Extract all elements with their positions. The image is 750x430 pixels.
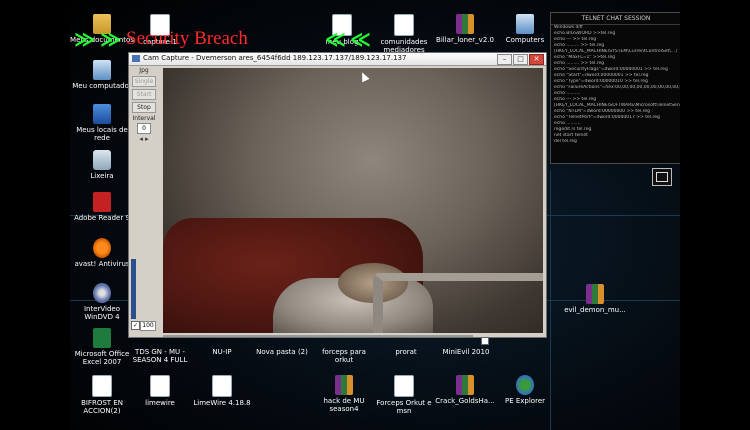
webcam-video-feed — [163, 68, 543, 333]
save-to-file-checkbox[interactable]: Save to File — [481, 337, 530, 345]
icon-intervideo-windvd[interactable]: InterVideo WinDVD 4 — [70, 283, 134, 321]
minimize-button[interactable]: – — [497, 54, 512, 65]
winrar-icon — [456, 14, 474, 34]
pe-explorer-icon — [516, 375, 534, 395]
green-arrow-icon: ≪ — [325, 27, 346, 51]
checkbox-box[interactable] — [481, 337, 489, 345]
icon-forceps-orkut-msn[interactable]: Forceps Orkut e msn — [372, 375, 436, 415]
green-arrow-icon: ≪ — [350, 27, 371, 51]
quality-slider[interactable] — [131, 259, 136, 319]
icon-hack-de-mu[interactable]: hack de MU season4 — [312, 375, 376, 413]
document-icon — [394, 14, 414, 36]
cam-capture-window: Cam Capture - Dvemerson ares_6454f6dd 18… — [128, 52, 547, 345]
dvd-icon — [93, 283, 111, 303]
icon-prorat[interactable]: prorat — [374, 348, 438, 356]
recycle-bin-icon — [93, 150, 111, 170]
telnet-line: del tel.reg — [554, 139, 577, 144]
quality-checkbox[interactable]: ✓ — [131, 321, 140, 330]
icon-minievil[interactable]: MiniEvil 2010 — [434, 348, 498, 356]
green-arrow-icon: ≫ — [74, 27, 95, 51]
icon-nova-pasta[interactable]: Nova pasta (2) — [250, 348, 314, 356]
winrar-icon — [586, 284, 604, 304]
telnet-chat-panel: TELNET CHAT SESSION Windows diff echo BIG… — [550, 12, 680, 164]
adobe-reader-icon — [93, 192, 111, 212]
icon-bifrost[interactable]: BIFROST EN ACCION(2) — [70, 375, 134, 415]
stop-button[interactable]: Stop — [132, 102, 156, 113]
icon-crack-goldshack[interactable]: Crack_GoldsHa... — [433, 375, 497, 405]
left-letterbox — [0, 0, 70, 430]
right-letterbox — [680, 0, 750, 430]
document-icon — [212, 375, 232, 397]
icon-adobe-reader[interactable]: Adobe Reader 9 — [70, 192, 134, 222]
maximize-button[interactable]: □ — [513, 54, 528, 65]
document-icon — [150, 375, 170, 397]
icon-nu-ip[interactable]: NU-IP — [190, 348, 254, 356]
winrar-icon — [335, 375, 353, 395]
icon-limewire-4188[interactable]: LimeWire 4.18.8 — [190, 375, 254, 407]
close-button[interactable]: ✕ — [529, 54, 544, 65]
icon-limewire[interactable]: limewire — [128, 375, 192, 407]
computer-icon — [93, 60, 111, 80]
icon-tds-gn[interactable]: TDS GN - MU - SEASON 4 FULL — [128, 348, 192, 364]
icon-computers[interactable]: Computers — [493, 14, 557, 44]
icon-billar-loner[interactable]: Billar_loner_v2.0 — [433, 14, 497, 44]
interval-label: Interval — [132, 115, 156, 122]
telnet-title: TELNET CHAT SESSION — [551, 13, 680, 25]
desktop: Meus documentos capture-1 meu blog comun… — [70, 0, 680, 430]
icon-excel-2007[interactable]: Microsoft Office Excel 2007 — [70, 328, 134, 366]
winrar-icon — [456, 375, 474, 395]
monitor-icon[interactable] — [652, 168, 672, 186]
interval-arrows[interactable]: ◂ ▸ — [131, 135, 157, 143]
icon-forceps-para-orkut[interactable]: forceps para orkut — [312, 348, 376, 364]
security-breach-text: Security Breach — [126, 28, 248, 49]
window-titlebar[interactable]: Cam Capture - Dvemerson ares_6454f6dd 18… — [129, 53, 546, 66]
camera-icon — [132, 55, 140, 62]
icon-meu-computador[interactable]: Meu computador — [70, 60, 134, 90]
video-frame — [373, 273, 543, 333]
start-button[interactable]: Start — [132, 89, 156, 100]
icon-avast-antivirus[interactable]: avast! Antivirus — [70, 238, 134, 268]
green-arrow-icon: ≫ — [100, 27, 121, 51]
format-label[interactable]: Jpg — [131, 67, 157, 74]
network-icon — [93, 104, 111, 124]
icon-evil-demon[interactable]: evil_demon_mu... — [555, 284, 635, 314]
telnet-log: Windows diff echo BIGSWORD >>tel.reg echo … — [551, 25, 680, 145]
icon-lixeira[interactable]: Lixeira — [70, 150, 134, 180]
progress-track — [163, 335, 473, 337]
avast-icon — [93, 238, 111, 258]
icon-meus-locais-de-rede[interactable]: Meus locais de rede — [70, 104, 134, 142]
security-breach-banner: ≫ ≫ Security Breach ≪ ≪ — [70, 27, 390, 51]
single-button[interactable]: Single — [132, 76, 156, 87]
quality-value[interactable]: 100 — [140, 321, 156, 331]
icon-pe-explorer[interactable]: PE Explorer — [493, 375, 557, 405]
interval-input[interactable]: 0 — [137, 123, 151, 134]
document-icon — [92, 375, 112, 397]
computer-icon — [516, 14, 534, 34]
document-icon — [394, 375, 414, 397]
window-title: Cam Capture - Dvemerson ares_6454f6dd 18… — [143, 54, 407, 62]
excel-icon — [93, 328, 111, 348]
